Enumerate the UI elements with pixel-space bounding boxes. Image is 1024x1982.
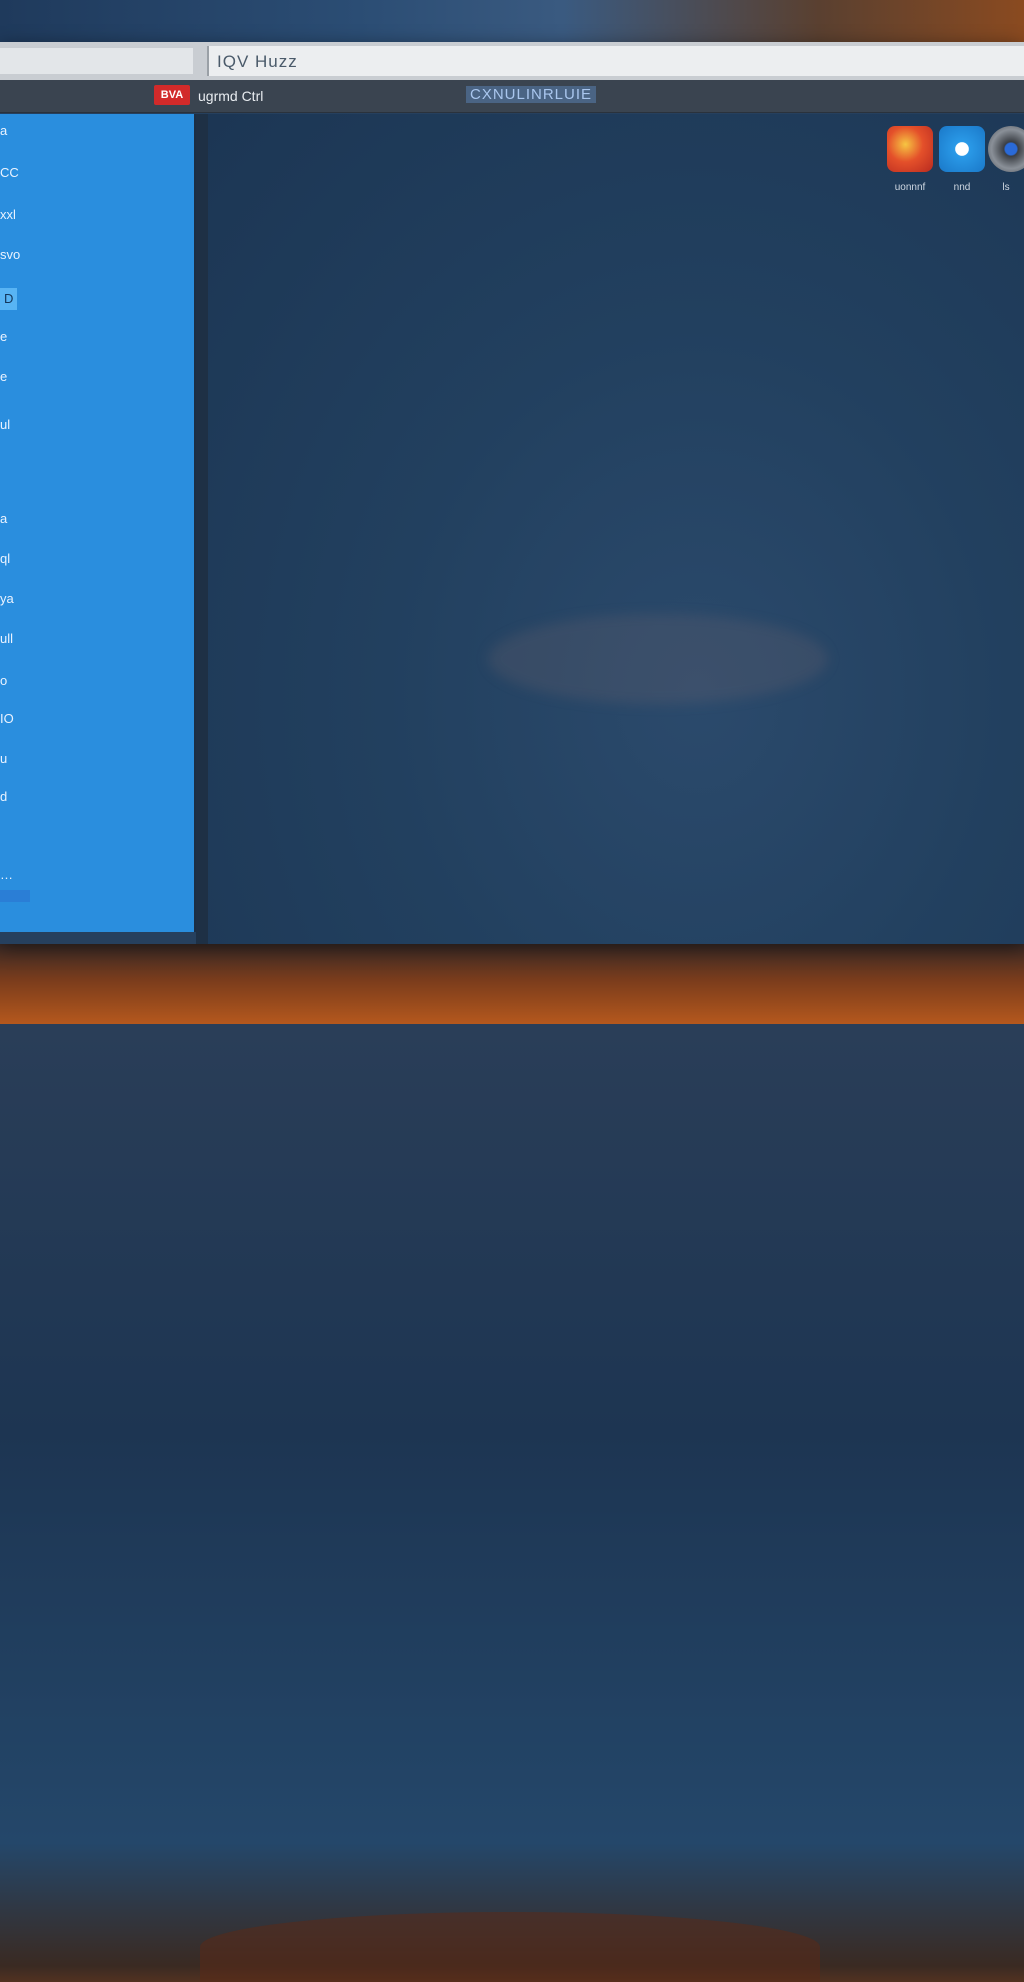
toolbar: BVA ugrmd Ctrl CXNULINRLUIE	[0, 80, 1024, 113]
sidebar-item[interactable]: u	[0, 748, 7, 770]
sidebar-item[interactable]: o	[0, 670, 7, 692]
sidebar-item[interactable]: ul	[0, 414, 10, 436]
sidebar-item[interactable]: d	[0, 786, 7, 808]
toolbar-badge[interactable]: BVA	[154, 85, 190, 105]
sidebar-item[interactable]: ull	[0, 628, 13, 650]
sidebar: a CC xxl svo D e e ul a ql ya ull o IO u…	[0, 114, 196, 932]
settings-app-icon	[988, 126, 1024, 172]
sidebar-item[interactable]: xxl	[0, 204, 16, 226]
sidebar-item[interactable]: a	[0, 120, 7, 142]
sidebar-item[interactable]: a	[0, 508, 7, 530]
wallpaper-bottom	[0, 944, 1024, 1982]
sidebar-item[interactable]: ya	[0, 588, 14, 610]
cloud-app-icon	[939, 126, 985, 172]
sidebar-item[interactable]: e	[0, 366, 7, 388]
toolbar-label[interactable]: ugrmd Ctrl	[198, 88, 263, 104]
desktop-icon-settings[interactable]: ls	[988, 126, 1024, 193]
sidebar-item[interactable]: …	[0, 864, 13, 886]
sidebar-item[interactable]: ql	[0, 548, 10, 570]
wallpaper-cloud	[488, 614, 828, 704]
sidebar-item[interactable]: e	[0, 326, 7, 348]
sidebar-bottom-tab[interactable]	[0, 890, 30, 902]
toolbar-title: CXNULINRLUIE	[466, 86, 597, 103]
address-bar: IQV Huzz	[0, 42, 1024, 81]
sidebar-item[interactable]: svo	[0, 244, 20, 266]
sidebar-item[interactable]: CC	[0, 162, 19, 184]
icon-label: ls	[1002, 182, 1010, 193]
desktop-icon-cloud[interactable]: nnd	[938, 126, 986, 193]
media-app-icon	[887, 126, 933, 172]
wallpaper-dune	[200, 1912, 820, 1982]
wallpaper-top	[0, 0, 1024, 44]
address-text: IQV Huzz	[217, 52, 298, 71]
pane-divider[interactable]	[196, 114, 208, 944]
desktop-icon-media[interactable]: uonnnf	[886, 126, 934, 193]
address-bar-left	[0, 48, 193, 74]
app-window: IQV Huzz BVA ugrmd Ctrl CXNULINRLUIE a C…	[0, 42, 1024, 944]
address-field[interactable]: IQV Huzz	[207, 46, 1024, 76]
sidebar-item-active[interactable]: D	[0, 288, 18, 310]
main-content: uonnnf nnd ls	[208, 114, 1024, 944]
icon-label: uonnnf	[894, 182, 926, 193]
sidebar-item[interactable]: IO	[0, 708, 14, 730]
icon-label: nnd	[953, 182, 971, 193]
